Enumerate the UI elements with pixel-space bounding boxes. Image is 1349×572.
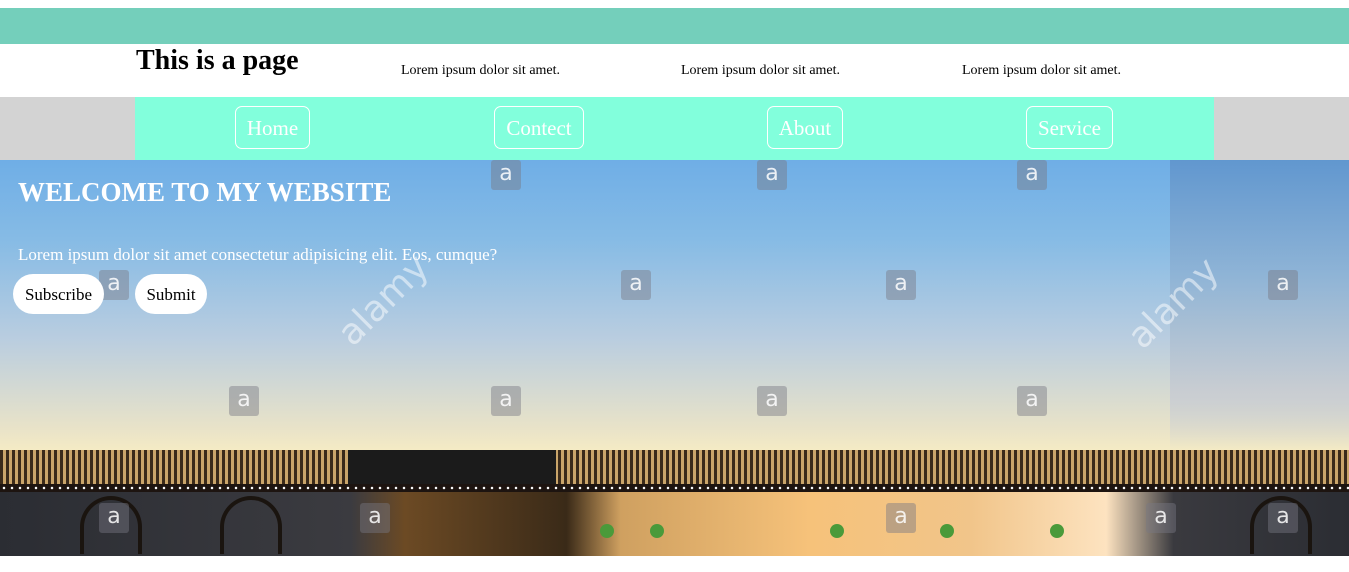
header-text-2: Lorem ipsum dolor sit amet. xyxy=(681,63,841,78)
top-strip xyxy=(0,0,1349,8)
watermark-icon: a xyxy=(1268,270,1298,300)
subscribe-button[interactable]: Subscribe xyxy=(13,274,104,314)
header-text-1: Lorem ipsum dolor sit amet. xyxy=(401,63,561,78)
hero-description: Lorem ipsum dolor sit amet consectetur a… xyxy=(18,245,498,264)
storefront-arch xyxy=(220,496,282,554)
watermark-icon: a xyxy=(1017,386,1047,416)
storefront-sign xyxy=(348,450,556,486)
hero-banner: a a a a a a a a a a a a a a a a alamy al… xyxy=(0,160,1349,556)
plant-icon xyxy=(1050,524,1064,538)
watermark-icon: a xyxy=(1146,503,1176,533)
plant-icon xyxy=(650,524,664,538)
nav-service-button[interactable]: Service xyxy=(1026,106,1113,149)
watermark-icon: a xyxy=(1268,503,1298,533)
watermark-icon: a xyxy=(229,386,259,416)
watermark-icon: a xyxy=(886,503,916,533)
watermark-icon: a xyxy=(757,160,787,190)
top-bar xyxy=(0,8,1349,44)
plant-icon xyxy=(600,524,614,538)
plant-icon xyxy=(940,524,954,538)
nav-about-button[interactable]: About xyxy=(767,106,843,149)
submit-button[interactable]: Submit xyxy=(135,274,207,314)
watermark-icon: a xyxy=(1017,160,1047,190)
plant-icon xyxy=(830,524,844,538)
watermark-icon: a xyxy=(491,160,521,190)
storefront-lights xyxy=(0,484,1349,492)
page-title: This is a page xyxy=(136,45,299,76)
watermark-icon: a xyxy=(886,270,916,300)
watermark-icon: a xyxy=(99,503,129,533)
nav-contect-button[interactable]: Contect xyxy=(494,106,584,149)
watermark-icon: a xyxy=(360,503,390,533)
nav-home-button[interactable]: Home xyxy=(235,106,310,149)
storefront-roof xyxy=(0,450,1349,486)
watermark-icon: a xyxy=(757,386,787,416)
watermark-icon: a xyxy=(491,386,521,416)
header-text-3: Lorem ipsum dolor sit amet. xyxy=(962,63,1122,78)
watermark-icon: a xyxy=(621,270,651,300)
hero-title: WELCOME TO MY WEBSITE xyxy=(18,177,392,207)
